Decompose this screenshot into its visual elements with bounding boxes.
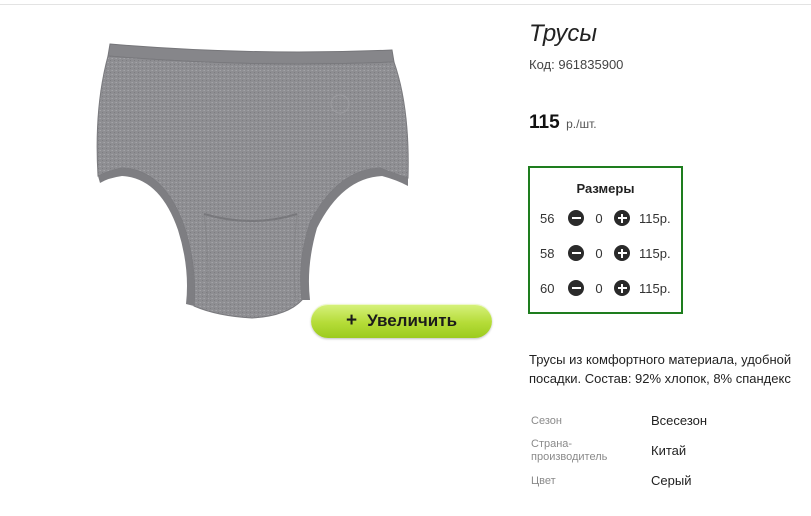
product-price: 115 р./шт. [529,112,597,134]
attribute-label-color: Цвет [531,475,556,488]
size-label: 60 [540,280,555,296]
size-row: 60 0 115р. [540,278,671,298]
zoom-button-label: Увеличить [367,311,458,330]
minus-circle-icon[interactable] [568,280,584,296]
attribute-label-text: Сезон [531,415,562,427]
product-image[interactable] [92,38,412,338]
attribute-label-season: Сезон [531,415,562,428]
description-line: Трусы из комфортного материала, удобной [529,352,792,367]
size-row: 56 0 115р. [540,208,671,228]
size-price: 115р. [639,245,671,261]
plus-circle-icon[interactable] [614,210,630,226]
plus-circle-icon[interactable] [614,245,630,261]
size-label: 56 [540,210,555,226]
attribute-value-color: Серый [651,473,692,488]
size-price: 115р. [639,210,671,226]
price-unit: р./шт. [566,117,597,131]
product-code-label: Код: [529,57,555,72]
quantity-value: 0 [595,280,603,296]
minus-circle-icon[interactable] [568,210,584,226]
sizes-title: Размеры [576,181,635,196]
attribute-label-text: Страна- [531,438,573,450]
plus-icon: + [345,310,358,331]
attribute-value-season: Всесезон [651,413,708,428]
attribute-label-text: производитель [531,451,608,463]
minus-circle-icon[interactable] [568,245,584,261]
quantity-value: 0 [595,245,603,261]
zoom-button[interactable]: + Увеличить [311,304,492,338]
sizes-panel: Размеры 56 0 115р. 58 0 115р. 60 0 115р. [528,166,683,314]
price-value: 115 [529,112,560,133]
size-price: 115р. [639,280,671,296]
product-description: Трусы из комфортного материала, удобной … [529,350,811,388]
plus-circle-icon[interactable] [614,280,630,296]
attribute-label-country: Страна- производитель [531,438,607,464]
top-divider [0,4,811,5]
quantity-value: 0 [595,210,603,226]
size-row: 58 0 115р. [540,243,671,263]
size-label: 58 [540,245,555,261]
attribute-value-country: Китай [651,443,687,458]
product-code-value: 961835900 [558,57,624,72]
product-code: Код: 961835900 [529,57,623,72]
attribute-label-text: Цвет [531,475,556,487]
description-line: посадки. Состав: 92% хлопок, 8% спандекс [529,371,791,386]
product-title: Трусы [529,20,598,47]
